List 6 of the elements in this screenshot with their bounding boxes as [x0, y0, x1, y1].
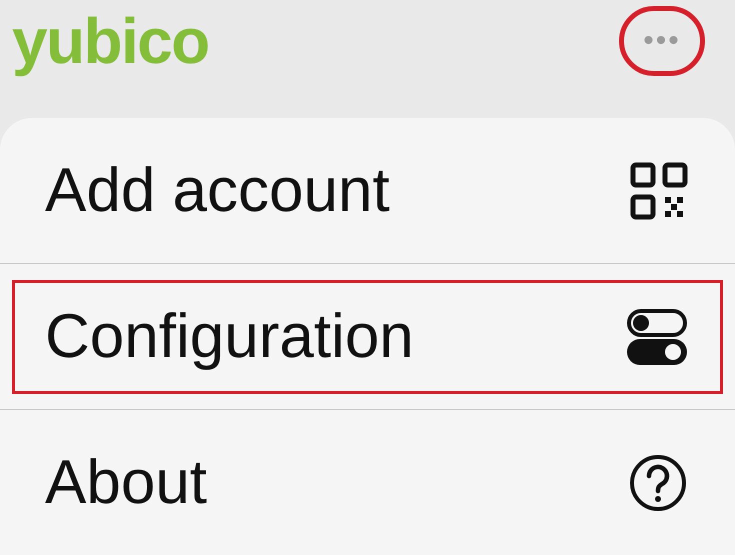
help-icon: [628, 452, 688, 512]
toggle-switches-icon: [626, 308, 688, 366]
menu-item[interactable]: About: [12, 426, 723, 540]
menu-item[interactable]: Configuration: [12, 280, 723, 394]
menu-item[interactable]: Add account: [12, 134, 723, 248]
qr-code-icon: [630, 162, 688, 220]
